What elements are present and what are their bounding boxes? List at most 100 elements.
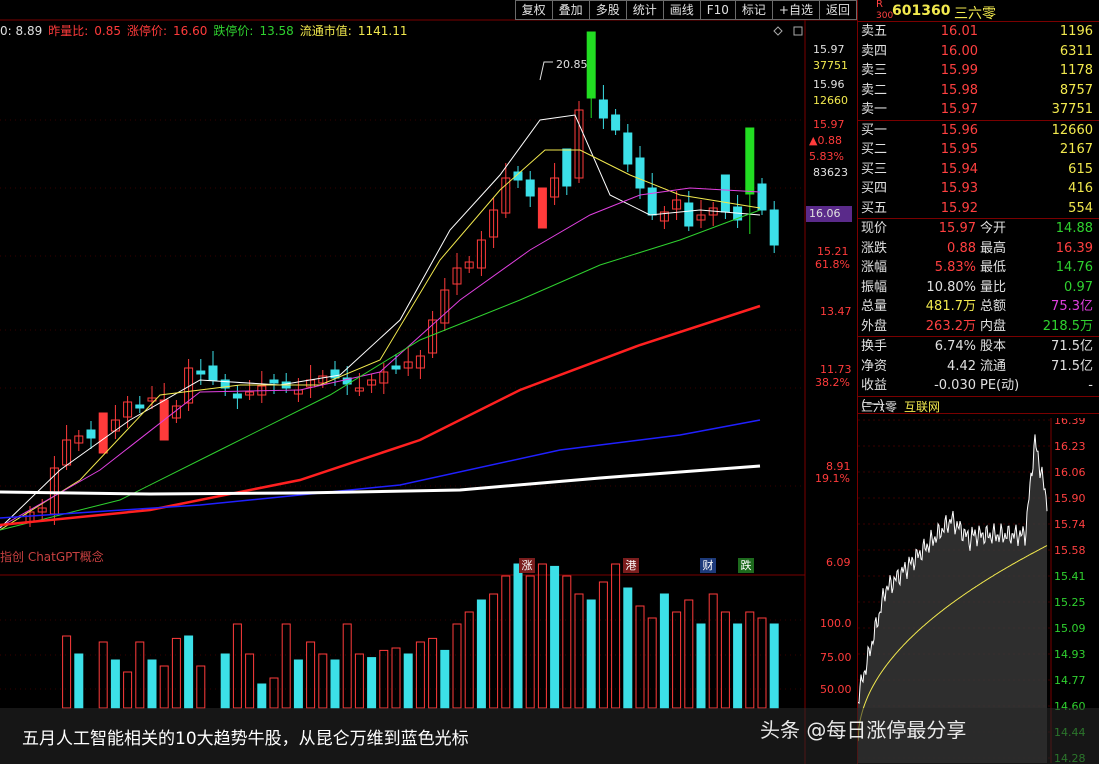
bid-volume: 615 bbox=[1068, 161, 1093, 177]
mini-tab-stock[interactable]: 三六零 bbox=[861, 398, 897, 415]
candle-body[interactable] bbox=[537, 187, 547, 229]
ask-row[interactable]: 卖三 15.99 1178 bbox=[858, 61, 1099, 81]
volume-bar bbox=[171, 637, 181, 709]
toolbar-mark-button[interactable]: 标记 bbox=[734, 0, 772, 20]
ask-row[interactable]: 卖一 15.97 37751 bbox=[858, 100, 1099, 120]
quote-label: 涨幅 bbox=[861, 260, 888, 275]
volume-bar bbox=[403, 653, 413, 709]
kline-chart-area[interactable]: 复权 叠加 多股 统计 画线 F10 标记 +自选 返回 0: 8.89 昨量比:… bbox=[0, 0, 857, 764]
volume-bar bbox=[196, 665, 206, 709]
volume-ratio-label: 昨量比: bbox=[48, 24, 89, 38]
toolbar-restore-rights-button[interactable]: 复权 bbox=[514, 0, 552, 20]
quote-label: PE(动) bbox=[980, 378, 1020, 393]
volume-bar bbox=[464, 611, 474, 709]
mini-tab-sector[interactable]: 互联网 bbox=[904, 398, 940, 415]
quote-row: 振幅 10.80% 量比 0.97 bbox=[858, 278, 1099, 298]
candle-body[interactable] bbox=[598, 99, 608, 119]
ask-price: 16.00 bbox=[940, 43, 978, 59]
event-tag-limit-up[interactable]: 涨 bbox=[519, 558, 535, 573]
event-tag-hk[interactable]: 港 bbox=[623, 558, 639, 573]
current-price-marker: 16.06 bbox=[806, 206, 852, 222]
candle-body[interactable] bbox=[86, 429, 96, 439]
toolbar-multi-stock-button[interactable]: 多股 bbox=[588, 0, 626, 20]
toolbar-back-button[interactable]: 返回 bbox=[818, 0, 857, 20]
toolbar-overlay-button[interactable]: 叠加 bbox=[551, 0, 589, 20]
candle-body[interactable] bbox=[635, 157, 645, 189]
candle-body[interactable] bbox=[684, 202, 694, 227]
ask-row[interactable]: 卖四 16.00 6311 bbox=[858, 42, 1099, 62]
volume-bar bbox=[586, 599, 596, 709]
ask-volume: 1178 bbox=[1059, 63, 1093, 78]
quote-label: 最低 bbox=[980, 260, 1007, 275]
vol-axis-75: 75.00 bbox=[820, 651, 852, 664]
candle-body[interactable] bbox=[623, 132, 633, 165]
volume-bar bbox=[159, 665, 169, 709]
volume-bar bbox=[318, 653, 328, 709]
candle-body[interactable] bbox=[525, 179, 535, 197]
toolbar-draw-button[interactable]: 画线 bbox=[662, 0, 700, 20]
event-tag-finance[interactable]: 财 bbox=[700, 558, 716, 573]
bid-label: 买四 bbox=[861, 181, 888, 196]
candle-body[interactable] bbox=[757, 183, 767, 211]
bid-label: 买五 bbox=[861, 200, 888, 216]
bid-volume: 12660 bbox=[1051, 122, 1093, 138]
quote-label: 内盘 bbox=[980, 318, 1007, 334]
volume-bar bbox=[98, 641, 108, 709]
volume-bar bbox=[367, 657, 377, 709]
candle-body[interactable] bbox=[98, 412, 108, 454]
bid-price: 15.95 bbox=[940, 142, 978, 157]
quote-value: 5.83% bbox=[934, 260, 976, 275]
ask-label: 卖四 bbox=[861, 43, 888, 59]
stock-name[interactable]: 三六零 bbox=[954, 3, 996, 23]
candle-body[interactable] bbox=[586, 31, 596, 99]
quote-label: 净资 bbox=[861, 358, 888, 374]
axis-level-3-pct: 38.2% bbox=[815, 376, 850, 389]
mini-axis-label: 15.41 bbox=[1054, 570, 1086, 583]
bid-row[interactable]: 买一 15.96 12660 bbox=[858, 121, 1099, 141]
candle-body[interactable] bbox=[720, 174, 730, 213]
toolbar-stats-button[interactable]: 统计 bbox=[625, 0, 663, 20]
axis-last-price: 15.97 bbox=[813, 118, 845, 131]
quote-row: 换手 6.74% 股本 71.5亿 bbox=[858, 337, 1099, 357]
quote-label: 今开 bbox=[980, 221, 1007, 236]
volume-bar bbox=[452, 623, 462, 709]
candle-body[interactable] bbox=[647, 187, 657, 216]
candle-body[interactable] bbox=[269, 379, 279, 384]
ask-volume: 8757 bbox=[1059, 82, 1093, 98]
candle-body[interactable] bbox=[562, 148, 572, 187]
candle-body[interactable] bbox=[745, 127, 755, 195]
quote-value: 0.97 bbox=[1064, 279, 1093, 295]
bid-row[interactable]: 买三 15.94 615 bbox=[858, 160, 1099, 180]
toolbar-add-watchlist-button[interactable]: +自选 bbox=[771, 0, 819, 20]
diamond-icon[interactable] bbox=[773, 26, 783, 36]
ask-book: 卖五 16.01 1196 卖四 16.00 6311 卖三 15.99 1178 卖二 15… bbox=[858, 22, 1099, 120]
mini-chart-tabs: 三六零 互联网 bbox=[858, 395, 1099, 415]
ask-row[interactable]: 卖二 15.98 8757 bbox=[858, 81, 1099, 101]
bid-volume: 2167 bbox=[1059, 142, 1093, 157]
bid-volume: 554 bbox=[1068, 200, 1093, 216]
volume-bar bbox=[342, 623, 352, 709]
bid-price: 15.94 bbox=[940, 161, 978, 177]
limit-down-label: 跌停价: bbox=[213, 24, 254, 38]
chart-settings-icon[interactable] bbox=[793, 26, 803, 36]
candle-body[interactable] bbox=[391, 365, 401, 370]
candle-body[interactable] bbox=[769, 209, 779, 246]
kline-chart[interactable] bbox=[0, 0, 857, 764]
bid-row[interactable]: 买四 15.93 416 bbox=[858, 179, 1099, 199]
stock-code[interactable]: 601360 bbox=[892, 3, 950, 19]
candle-body[interactable] bbox=[208, 365, 218, 381]
candle-body[interactable] bbox=[232, 393, 242, 399]
event-tag-limit-down[interactable]: 跌 bbox=[738, 558, 754, 573]
concept-tag[interactable]: 指创 ChatGPT概念 bbox=[0, 548, 104, 565]
mini-axis-label: 15.74 bbox=[1054, 518, 1086, 531]
candle-body[interactable] bbox=[135, 404, 145, 409]
bid-row[interactable]: 买五 15.92 554 bbox=[858, 199, 1099, 219]
quote-row: 收益(一) -0.030 PE(动) - bbox=[858, 376, 1099, 413]
candle-body[interactable] bbox=[611, 114, 621, 131]
quote-row: 涨跌 0.88 最高 16.39 bbox=[858, 239, 1099, 259]
candle-body[interactable] bbox=[196, 370, 206, 375]
toolbar-f10-button[interactable]: F10 bbox=[699, 0, 735, 20]
bid-row[interactable]: 买二 15.95 2167 bbox=[858, 140, 1099, 160]
ask-row[interactable]: 卖五 16.01 1196 bbox=[858, 22, 1099, 42]
mini-axis-label: 15.90 bbox=[1054, 492, 1086, 505]
